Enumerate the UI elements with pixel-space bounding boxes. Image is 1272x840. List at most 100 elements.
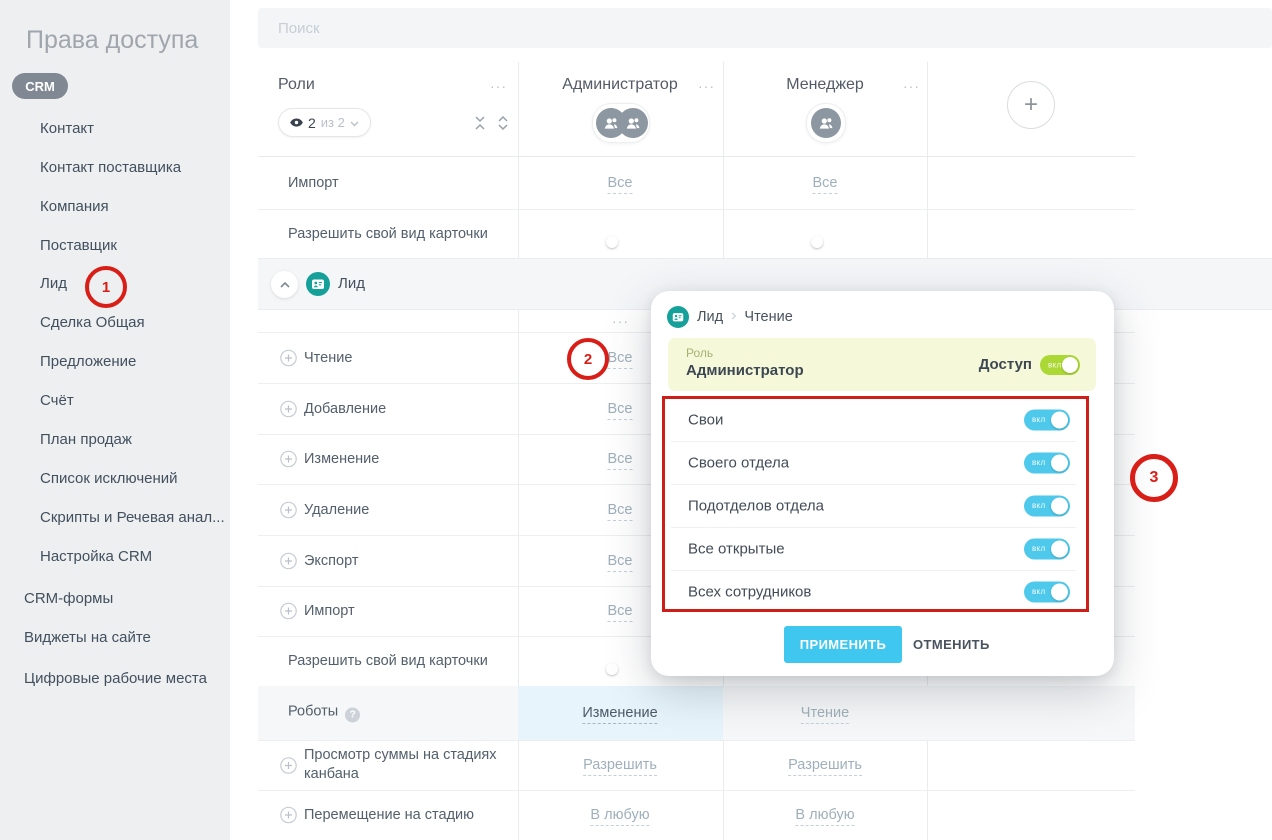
admin-value[interactable]: Все xyxy=(608,553,633,569)
annotation-circle-1: 1 xyxy=(85,266,127,308)
sidebar-item-digital-workplaces[interactable]: Цифровые рабочие места xyxy=(24,669,207,689)
sidebar-item-supplier-contact[interactable]: Контакт поставщика xyxy=(40,158,181,178)
collapse-all-icon[interactable] xyxy=(474,116,486,135)
role-label: Роль xyxy=(686,346,713,360)
access-label: Доступ xyxy=(979,356,1032,373)
roles-menu-icon[interactable]: ··· xyxy=(490,78,507,94)
expand-plus-icon[interactable] xyxy=(280,603,297,620)
row-label: Добавление xyxy=(304,401,386,417)
manager-value[interactable]: Все xyxy=(813,175,838,191)
admin-value[interactable]: Все xyxy=(608,401,633,417)
manager-value[interactable]: Чтение xyxy=(801,705,849,721)
option-toggle-on[interactable]: вкл xyxy=(1024,409,1070,430)
sidebar: Права доступа CRM Контакт Контакт постав… xyxy=(0,0,230,840)
admin-value[interactable]: Все xyxy=(608,502,633,518)
manager-role-avatar[interactable] xyxy=(806,103,846,143)
sidebar-item-proposal[interactable]: Предложение xyxy=(40,352,136,372)
expand-plus-icon[interactable] xyxy=(280,501,297,518)
breadcrumb-action: Чтение xyxy=(744,309,792,325)
sidebar-item-lead[interactable]: Лид xyxy=(40,274,67,294)
admin-column-title: Администратор xyxy=(562,76,677,94)
admin-value[interactable]: Все xyxy=(608,350,633,366)
option-toggle-on[interactable]: вкл xyxy=(1024,581,1070,602)
table-header: Роли ··· 2 из 2 Администратор ··· Менедж… xyxy=(258,62,1135,157)
sidebar-item-supplier[interactable]: Поставщик xyxy=(40,236,117,256)
section-label: Лид xyxy=(338,275,365,292)
sidebar-item-sales-plan[interactable]: План продаж xyxy=(40,430,132,450)
table-row-import-general: Импорт Все Все xyxy=(258,156,1135,210)
row-label: Разрешить свой вид карточки xyxy=(288,226,488,242)
option-toggle-on[interactable]: вкл xyxy=(1024,495,1070,516)
row-label: Удаление xyxy=(304,502,369,518)
annotation-circle-2: 2 xyxy=(567,338,609,380)
access-toggle-on[interactable]: вкл xyxy=(1040,355,1080,375)
admin-value[interactable]: Разрешить xyxy=(583,757,657,773)
expand-plus-icon[interactable] xyxy=(280,552,297,569)
role-value: Администратор xyxy=(686,362,804,379)
add-role-button[interactable]: + xyxy=(1007,81,1055,129)
manager-column-title: Менеджер xyxy=(786,76,864,94)
admin-role-avatar[interactable] xyxy=(592,103,650,143)
sidebar-item-exclusion-list[interactable]: Список исключений xyxy=(40,469,178,489)
apply-button[interactable]: ПРИМЕНИТЬ xyxy=(784,626,902,663)
option-row-own: Свои вкл xyxy=(671,398,1076,442)
sidebar-item-deal-general[interactable]: Сделка Общая xyxy=(40,313,145,333)
option-toggle-on[interactable]: вкл xyxy=(1024,538,1070,559)
expand-plus-icon[interactable] xyxy=(280,807,297,824)
sidebar-item-site-widgets[interactable]: Виджеты на сайте xyxy=(24,628,151,648)
breadcrumb-entity: Лид xyxy=(697,309,723,325)
chevron-down-icon xyxy=(350,114,359,132)
admin-value[interactable]: Все xyxy=(608,175,633,191)
expand-plus-icon[interactable] xyxy=(280,349,297,366)
roles-filter-dropdown[interactable]: 2 из 2 xyxy=(278,108,371,137)
expand-plus-icon[interactable] xyxy=(280,757,297,774)
option-label: Свои xyxy=(688,411,723,428)
role-access-box: Роль Администратор Доступ вкл xyxy=(668,338,1096,391)
admin-value[interactable]: Все xyxy=(608,451,633,467)
row-label: Просмотр суммы на стадиях канбана xyxy=(304,746,516,784)
manager-column-menu-icon[interactable]: ··· xyxy=(903,78,920,94)
roles-column-title: Роли xyxy=(278,76,315,94)
row-label: Перемещение на стадию xyxy=(304,807,474,823)
lead-entity-icon xyxy=(667,306,689,328)
sidebar-item-scripts-speech[interactable]: Скрипты и Речевая анал... xyxy=(40,508,225,528)
option-label: Подотделов отдела xyxy=(688,497,824,514)
option-row-all-open: Все открытые вкл xyxy=(671,527,1076,571)
option-toggle-on[interactable]: вкл xyxy=(1024,452,1070,473)
table-row-custom-card-view-general: Разрешить свой вид карточки xyxy=(258,209,1135,259)
filter-count: 2 xyxy=(308,115,316,131)
eye-icon xyxy=(290,114,303,132)
expand-all-icon[interactable] xyxy=(497,116,509,135)
admin-value[interactable]: В любую xyxy=(590,807,649,823)
manager-value[interactable]: Разрешить xyxy=(788,757,862,773)
help-icon[interactable]: ? xyxy=(345,708,360,723)
option-label: Своего отдела xyxy=(688,454,789,471)
search-input[interactable] xyxy=(258,8,1272,48)
sidebar-item-crm-forms[interactable]: CRM-формы xyxy=(24,589,113,609)
collapse-section-button[interactable] xyxy=(271,271,298,298)
annotation-circle-3: 3 xyxy=(1130,454,1178,502)
manager-value[interactable]: В любую xyxy=(795,807,854,823)
admin-value[interactable]: Изменение xyxy=(582,705,657,721)
modal-breadcrumb: Лид › Чтение xyxy=(667,306,793,328)
admin-value[interactable]: Все xyxy=(608,603,633,619)
row-label: Экспорт xyxy=(304,553,358,569)
option-label: Всех сотрудников xyxy=(688,583,811,600)
cancel-button[interactable]: ОТМЕНИТЬ xyxy=(913,626,990,663)
sidebar-item-contact[interactable]: Контакт xyxy=(40,119,94,139)
option-row-all-employees: Всех сотрудников вкл xyxy=(671,570,1076,613)
sidebar-item-invoice[interactable]: Счёт xyxy=(40,391,74,411)
breadcrumb-separator: › xyxy=(731,307,736,325)
expand-plus-icon[interactable] xyxy=(280,400,297,417)
section-admin-menu-icon[interactable]: ··· xyxy=(612,313,629,329)
sidebar-item-crm-settings[interactable]: Настройка CRM xyxy=(40,547,152,567)
option-row-subdepartments: Подотделов отдела вкл xyxy=(671,484,1076,528)
option-label: Все открытые xyxy=(688,540,785,557)
admin-column-menu-icon[interactable]: ··· xyxy=(698,78,715,94)
page-title: Права доступа xyxy=(26,26,198,55)
table-row-robots: Роботы? Изменение Чтение xyxy=(258,686,1135,741)
expand-plus-icon[interactable] xyxy=(280,451,297,468)
sidebar-item-company[interactable]: Компания xyxy=(40,197,109,217)
row-label: Импорт xyxy=(304,603,355,619)
crm-badge[interactable]: CRM xyxy=(12,73,68,99)
